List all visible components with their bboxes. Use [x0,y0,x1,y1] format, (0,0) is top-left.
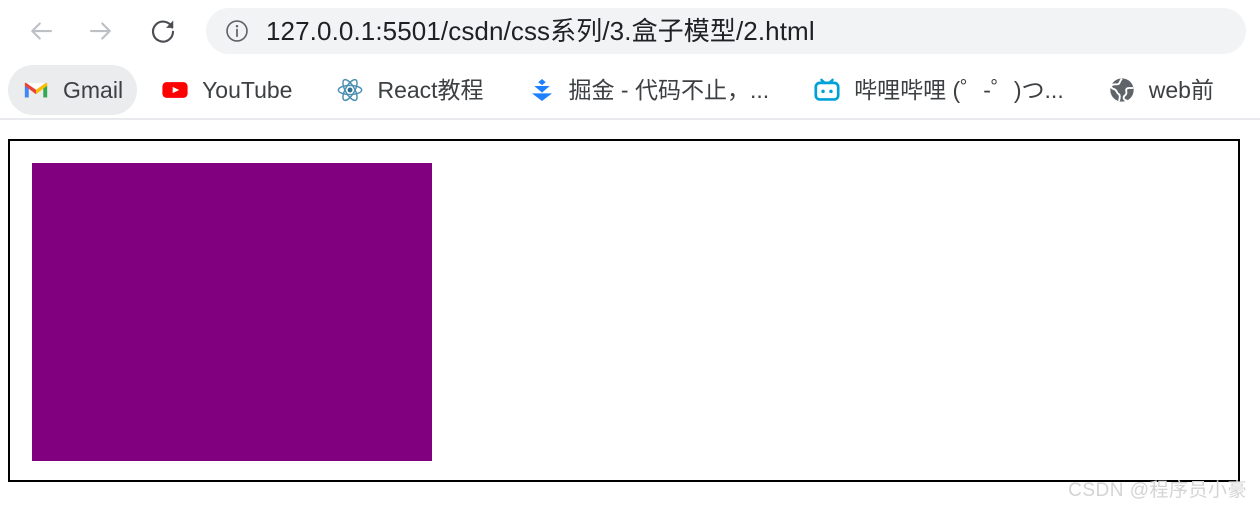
browser-chrome: 127.0.0.1:5501/csdn/css系列/3.盒子模型/2.html … [0,0,1260,120]
bookmark-web-frontend[interactable]: web前 [1094,65,1228,115]
page-viewport: CSDN @程序员小豪 [0,120,1260,508]
bookmark-juejin[interactable]: 掘金 - 代码不止，... [514,65,784,115]
purple-box [32,163,432,461]
arrow-left-icon [31,22,53,40]
reload-button[interactable] [140,8,186,54]
info-circle-icon[interactable] [224,18,250,44]
globe-icon [1108,76,1136,104]
bookmark-react[interactable]: React教程 [322,65,497,115]
browser-toolbar: 127.0.0.1:5501/csdn/css系列/3.盒子模型/2.html [0,0,1260,62]
forward-button[interactable] [78,8,124,54]
csdn-watermark: CSDN @程序员小豪 [1068,480,1247,501]
address-bar-text[interactable]: 127.0.0.1:5501/csdn/css系列/3.盒子模型/2.html [266,18,815,44]
bookmarks-bar: Gmail YouTube React教程 掘金 - 代码不止，... 哔哩哔哩… [0,62,1260,120]
bookmark-label: React教程 [377,76,484,103]
outer-container-box [8,139,1240,482]
bookmark-youtube[interactable]: YouTube [147,65,306,115]
back-button[interactable] [18,8,64,54]
react-icon [336,76,364,104]
bookmark-label: YouTube [202,76,293,103]
bookmark-label: Gmail [63,76,124,103]
gmail-icon [22,76,50,104]
youtube-icon [161,76,189,104]
bookmark-bilibili[interactable]: 哔哩哔哩 (゜-゜)つ... [799,65,1078,115]
juejin-icon [528,76,556,104]
address-bar[interactable]: 127.0.0.1:5501/csdn/css系列/3.盒子模型/2.html [206,8,1246,54]
bilibili-icon [813,76,841,104]
bookmark-label: 哔哩哔哩 (゜-゜)つ... [854,76,1064,103]
bookmark-gmail[interactable]: Gmail [8,65,138,115]
arrow-right-icon [89,22,111,40]
bookmark-label: 掘金 - 代码不止，... [568,76,770,103]
bookmark-label: web前 [1148,76,1214,103]
reload-icon [151,20,175,43]
